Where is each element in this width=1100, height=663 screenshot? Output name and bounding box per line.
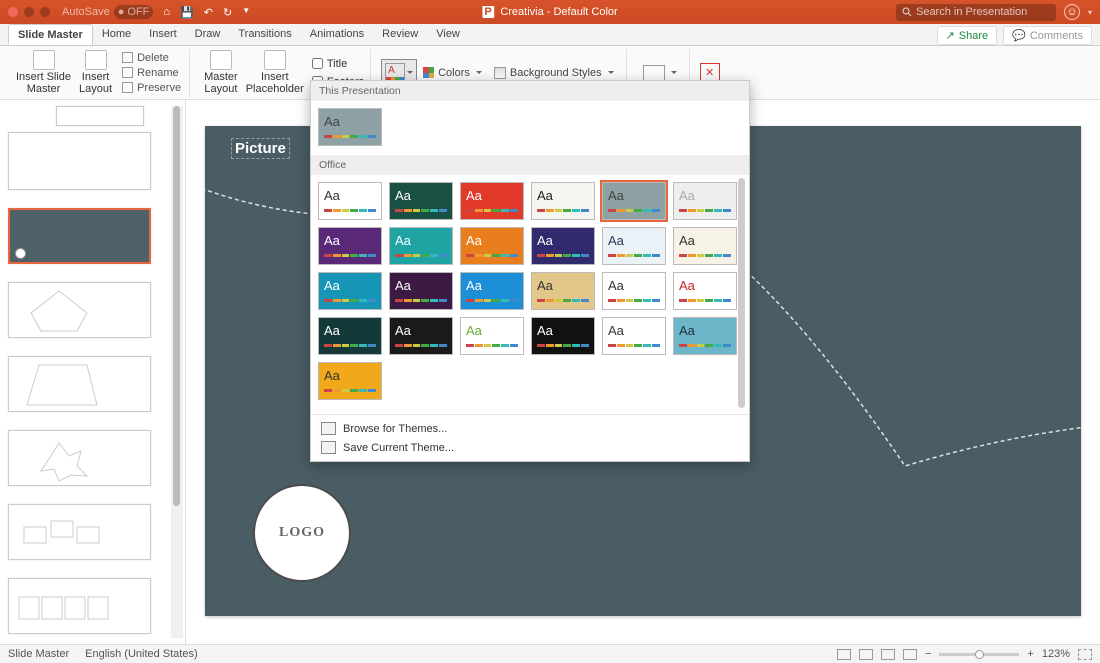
redo-icon[interactable]: ↻	[223, 6, 232, 19]
slide-thumbnail[interactable]	[8, 132, 151, 190]
document-title: P Creativia - Default Color	[482, 6, 617, 18]
theme-tile[interactable]: Aa	[389, 272, 453, 310]
theme-tile[interactable]: Aa	[602, 227, 666, 265]
status-bar: Slide Master English (United States) − +…	[0, 644, 1100, 663]
status-language[interactable]: English (United States)	[85, 648, 198, 660]
thumbnail-scrollbar[interactable]	[171, 106, 183, 638]
slide-thumbnail[interactable]	[8, 430, 151, 486]
tab-insert[interactable]: Insert	[140, 24, 186, 45]
popup-scrollbar[interactable]	[737, 177, 747, 412]
undo-icon[interactable]: ↶	[204, 6, 213, 19]
home-icon[interactable]: ⌂	[163, 6, 170, 19]
status-view-mode: Slide Master	[8, 648, 69, 660]
theme-tile[interactable]: Aa	[531, 272, 595, 310]
theme-tile[interactable]: Aa	[389, 182, 453, 220]
tab-view[interactable]: View	[427, 24, 469, 45]
tab-draw[interactable]: Draw	[186, 24, 230, 45]
sorter-view-icon[interactable]	[859, 649, 873, 660]
zoom-slider[interactable]	[939, 653, 1019, 656]
theme-tile[interactable]: Aa	[318, 108, 382, 146]
popup-section-header: Office	[311, 155, 749, 175]
tab-animations[interactable]: Animations	[301, 24, 373, 45]
title-checkbox[interactable]: Title	[312, 58, 364, 70]
user-icon[interactable]: ☺	[1064, 4, 1080, 20]
theme-tile[interactable]: Aa	[318, 362, 382, 400]
chevron-down-icon[interactable]: ▾	[1088, 8, 1092, 17]
reading-view-icon[interactable]	[881, 649, 895, 660]
zoom-out-button[interactable]: −	[925, 648, 931, 660]
theme-tile[interactable]: Aa	[531, 182, 595, 220]
theme-tile[interactable]: Aa	[389, 227, 453, 265]
theme-tile[interactable]: Aa	[602, 272, 666, 310]
theme-tile[interactable]: Aa	[673, 317, 737, 355]
logo-placeholder[interactable]: LOGO	[253, 484, 351, 582]
window-controls[interactable]	[8, 7, 50, 17]
ribbon-tabs: Slide MasterHomeInsertDrawTransitionsAni…	[0, 24, 1100, 46]
zoom-level[interactable]: 123%	[1042, 648, 1070, 660]
tab-home[interactable]: Home	[93, 24, 140, 45]
search-input[interactable]: Search in Presentation	[896, 4, 1056, 21]
theme-tile[interactable]: Aa	[460, 182, 524, 220]
slide-thumbnail[interactable]	[56, 106, 144, 126]
theme-tile[interactable]: Aa	[318, 182, 382, 220]
titlebar: AutoSave ● OFF ⌂ 💾 ↶ ↻ ▼ P Creativia - D…	[0, 0, 1100, 24]
slideshow-view-icon[interactable]	[903, 649, 917, 660]
theme-tile[interactable]: Aa	[318, 317, 382, 355]
theme-tile[interactable]: Aa	[673, 182, 737, 220]
save-theme-item[interactable]: Save Current Theme...	[311, 438, 749, 457]
save-icon[interactable]: 💾	[180, 6, 194, 19]
insert-placeholder-button[interactable]: Insert Placeholder	[242, 48, 308, 97]
slide-thumbnail[interactable]	[8, 504, 151, 560]
picture-placeholder[interactable]: Picture	[231, 138, 290, 159]
powerpoint-icon: P	[482, 6, 494, 18]
tab-review[interactable]: Review	[373, 24, 427, 45]
browse-themes-item[interactable]: Browse for Themes...	[311, 419, 749, 438]
preserve-button[interactable]: Preserve	[120, 81, 183, 95]
theme-tile[interactable]: Aa	[460, 227, 524, 265]
slide-thumbnail[interactable]	[8, 578, 151, 634]
autosave-toggle[interactable]: AutoSave ● OFF	[62, 5, 153, 19]
insert-slide-master-button[interactable]: Insert Slide Master	[12, 48, 75, 97]
themes-gallery-popup: This Presentation Aa Office AaAaAaAaAaAa…	[310, 80, 750, 462]
insert-layout-button[interactable]: Insert Layout	[75, 48, 116, 97]
theme-tile[interactable]: Aa	[318, 227, 382, 265]
theme-tile[interactable]: Aa	[531, 227, 595, 265]
normal-view-icon[interactable]	[837, 649, 851, 660]
theme-tile[interactable]: Aa	[460, 272, 524, 310]
popup-section-header: This Presentation	[311, 81, 749, 101]
slide-thumbnail[interactable]	[8, 282, 151, 338]
theme-tile[interactable]: Aa	[531, 317, 595, 355]
tab-transitions[interactable]: Transitions	[229, 24, 300, 45]
comments-button[interactable]: 💬 Comments	[1003, 26, 1092, 45]
theme-tile[interactable]: Aa	[602, 317, 666, 355]
more-icon[interactable]: ▼	[242, 6, 250, 19]
theme-tile[interactable]: Aa	[460, 317, 524, 355]
rename-button[interactable]: Rename	[120, 66, 183, 80]
theme-tile[interactable]: Aa	[602, 182, 666, 220]
theme-tile[interactable]: Aa	[673, 227, 737, 265]
svg-text:P: P	[484, 6, 491, 18]
theme-tile[interactable]: Aa	[318, 272, 382, 310]
share-button[interactable]: ↗ Share	[937, 26, 998, 45]
delete-button[interactable]: Delete	[120, 51, 183, 65]
tab-slide-master[interactable]: Slide Master	[8, 24, 93, 45]
theme-tile[interactable]: Aa	[673, 272, 737, 310]
slide-thumbnail[interactable]	[8, 356, 151, 412]
theme-tile[interactable]: Aa	[389, 317, 453, 355]
fit-to-window-icon[interactable]	[1078, 649, 1092, 660]
slide-thumbnail[interactable]	[8, 208, 151, 264]
search-icon	[902, 7, 912, 17]
zoom-in-button[interactable]: +	[1027, 648, 1033, 660]
master-layout-button[interactable]: Master Layout	[200, 48, 242, 97]
slide-thumbnails-panel	[0, 100, 186, 644]
